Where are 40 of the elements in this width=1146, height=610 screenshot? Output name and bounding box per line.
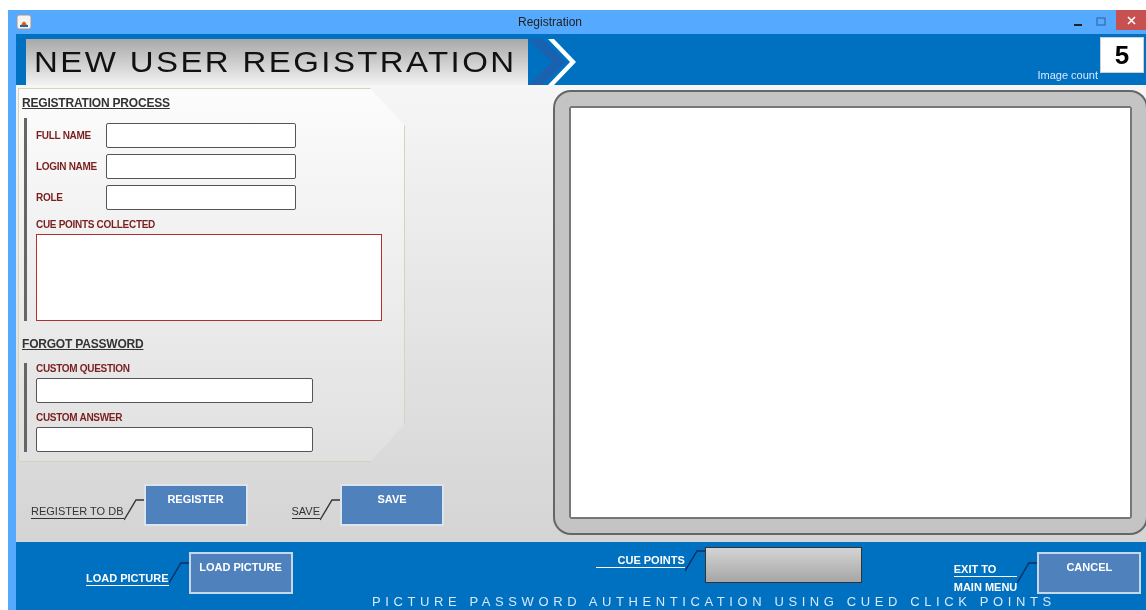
caption-label: EXIT TO (953, 562, 1018, 577)
field-label: CUSTOM ANSWER (36, 412, 124, 423)
chevron-drawing (528, 39, 576, 85)
section-heading: REGISTRATION PROCESS (22, 96, 171, 110)
app-icon (16, 14, 32, 30)
close-icon (1124, 13, 1138, 27)
caption-label: SAVE (291, 505, 321, 519)
section-heading: FORGOT PASSWORD (22, 337, 145, 351)
cancel-button[interactable]: CANCEL (1037, 552, 1142, 594)
input-field[interactable] (106, 154, 296, 179)
leader-line (1017, 562, 1038, 584)
leader-line (123, 499, 144, 521)
leader-line (684, 550, 705, 572)
leader-line (168, 562, 189, 584)
action-button[interactable]: REGISTER (143, 484, 248, 526)
caption-label: MAIN MENU (953, 580, 1018, 594)
field-label: LOGIN NAME (36, 161, 98, 172)
caption-label: CUE POINTS (595, 554, 685, 568)
input-field[interactable] (36, 427, 313, 452)
minimize-icon (1074, 24, 1082, 26)
field-label: CUE POINTS COLLECTED (36, 219, 156, 230)
input-field[interactable] (36, 378, 313, 403)
input-field[interactable] (106, 185, 296, 210)
image-count-value: 5 (1100, 37, 1144, 73)
close-button[interactable] (1116, 10, 1146, 30)
image-count-label: Image count (1037, 69, 1098, 81)
window-title: Registration (517, 15, 583, 29)
maximize-icon (1094, 15, 1108, 29)
caption-label: REGISTER TO DB (31, 505, 124, 519)
field-label: ROLE (36, 192, 64, 203)
action-button[interactable]: SAVE (340, 484, 445, 526)
footer-title: PICTURE PASSWORD AUTHENTICATION USING CUED CLICK POINTS (372, 593, 1057, 610)
field-label: CUSTOM QUESTION (36, 363, 131, 374)
text-area[interactable] (36, 234, 382, 321)
leader-line (320, 499, 341, 521)
banner-title: NEW USER REGISTRATION (34, 44, 517, 80)
load-picture-button[interactable]: LOAD PICTURE (188, 552, 293, 594)
input-field[interactable] (106, 123, 296, 148)
caption-label: LOAD PICTURE (86, 572, 169, 586)
field-label: FULL NAME (36, 130, 92, 141)
